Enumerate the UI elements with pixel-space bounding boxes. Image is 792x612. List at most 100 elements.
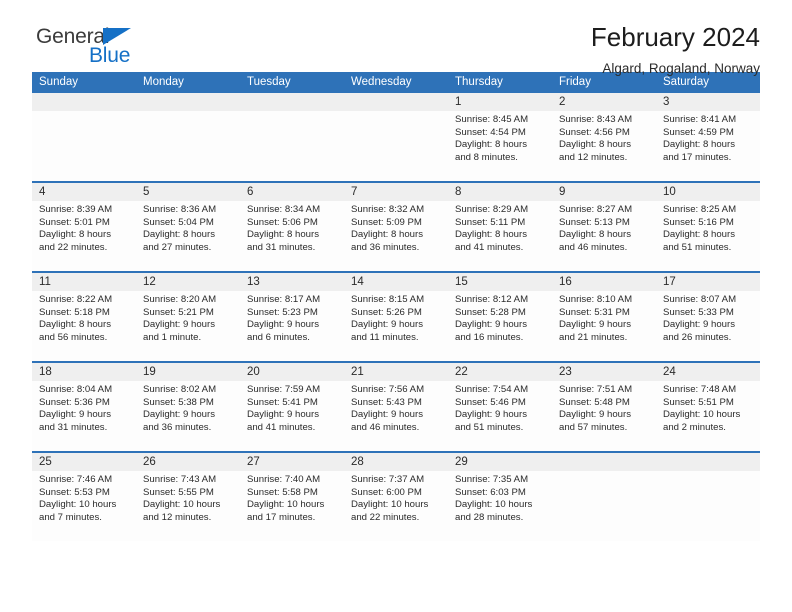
daylight-text-cont: and 57 minutes. <box>559 421 628 433</box>
daylight-text: Daylight: 9 hours <box>247 409 319 421</box>
day-number-8[interactable]: 8 <box>448 183 552 201</box>
day-number-7[interactable]: 7 <box>344 183 448 201</box>
day-detail-20[interactable]: Sunrise: 7:59 AM Sunset: 5:41 PM Daylight:… <box>240 381 344 451</box>
daylight-text: Daylight: 9 hours <box>455 319 527 331</box>
day-number-29[interactable]: 29 <box>448 453 552 471</box>
day-detail-11[interactable]: Sunrise: 8:22 AM Sunset: 5:18 PM Daylight:… <box>32 291 136 361</box>
day-number-2[interactable]: 2 <box>552 93 656 111</box>
daylight-text: Daylight: 9 hours <box>143 409 215 421</box>
sunrise-text: Sunrise: 8:17 AM <box>247 294 321 305</box>
day-detail-4[interactable]: Sunrise: 8:39 AM Sunset: 5:01 PM Daylight:… <box>32 201 136 271</box>
day-detail-7[interactable]: Sunrise: 8:32 AM Sunset: 5:09 PM Daylight:… <box>344 201 448 271</box>
sunset-text: Sunset: 5:33 PM <box>663 306 734 318</box>
day-detail-empty <box>136 111 240 181</box>
day-detail-19[interactable]: Sunrise: 8:02 AM Sunset: 5:38 PM Daylight:… <box>136 381 240 451</box>
day-detail-17[interactable]: Sunrise: 8:07 AM Sunset: 5:33 PM Daylight:… <box>656 291 760 361</box>
day-number-27[interactable]: 27 <box>240 453 344 471</box>
sunrise-text: Sunrise: 8:41 AM <box>663 114 737 125</box>
sunset-text: Sunset: 4:59 PM <box>663 126 734 138</box>
day-detail-row: Sunrise: 8:22 AM Sunset: 5:18 PM Daylight:… <box>32 291 760 361</box>
daylight-text-cont: and 2 minutes. <box>663 421 726 433</box>
day-number-12[interactable]: 12 <box>136 273 240 291</box>
daylight-text: Daylight: 8 hours <box>351 229 423 241</box>
day-number-18[interactable]: 18 <box>32 363 136 381</box>
day-detail-21[interactable]: Sunrise: 7:56 AM Sunset: 5:43 PM Daylight:… <box>344 381 448 451</box>
day-number-1[interactable]: 1 <box>448 93 552 111</box>
day-number-13[interactable]: 13 <box>240 273 344 291</box>
day-detail-13[interactable]: Sunrise: 8:17 AM Sunset: 5:23 PM Daylight:… <box>240 291 344 361</box>
day-detail-14[interactable]: Sunrise: 8:15 AM Sunset: 5:26 PM Daylight:… <box>344 291 448 361</box>
day-number-16[interactable]: 16 <box>552 273 656 291</box>
day-detail-26[interactable]: Sunrise: 7:43 AM Sunset: 5:55 PM Daylight:… <box>136 471 240 541</box>
day-detail-6[interactable]: Sunrise: 8:34 AM Sunset: 5:06 PM Daylight:… <box>240 201 344 271</box>
day-detail-9[interactable]: Sunrise: 8:27 AM Sunset: 5:13 PM Daylight:… <box>552 201 656 271</box>
day-number-25[interactable]: 25 <box>32 453 136 471</box>
day-number-empty <box>240 93 344 111</box>
day-number-28[interactable]: 28 <box>344 453 448 471</box>
day-number-empty <box>552 453 656 471</box>
day-detail-25[interactable]: Sunrise: 7:46 AM Sunset: 5:53 PM Daylight:… <box>32 471 136 541</box>
day-detail-24[interactable]: Sunrise: 7:48 AM Sunset: 5:51 PM Daylight:… <box>656 381 760 451</box>
day-detail-row: Sunrise: 8:04 AM Sunset: 5:36 PM Daylight:… <box>32 381 760 451</box>
day-number-3[interactable]: 3 <box>656 93 760 111</box>
day-detail-28[interactable]: Sunrise: 7:37 AM Sunset: 6:00 PM Daylight:… <box>344 471 448 541</box>
day-number-empty <box>656 453 760 471</box>
daylight-text-cont: and 22 minutes. <box>39 241 108 253</box>
day-detail-1[interactable]: Sunrise: 8:45 AM Sunset: 4:54 PM Daylight:… <box>448 111 552 181</box>
daylight-text-cont: and 12 minutes. <box>559 151 628 163</box>
day-number-9[interactable]: 9 <box>552 183 656 201</box>
sunset-text: Sunset: 4:56 PM <box>559 126 630 138</box>
logo[interactable]: General Blue <box>32 22 162 74</box>
day-detail-5[interactable]: Sunrise: 8:36 AM Sunset: 5:04 PM Daylight:… <box>136 201 240 271</box>
day-number-23[interactable]: 23 <box>552 363 656 381</box>
daylight-text-cont: and 31 minutes. <box>247 241 316 253</box>
day-number-row: 123 <box>32 93 760 111</box>
day-number-22[interactable]: 22 <box>448 363 552 381</box>
day-number-11[interactable]: 11 <box>32 273 136 291</box>
day-detail-2[interactable]: Sunrise: 8:43 AM Sunset: 4:56 PM Daylight:… <box>552 111 656 181</box>
page-title: February 2024 <box>590 22 760 52</box>
day-detail-empty <box>552 471 656 541</box>
day-detail-18[interactable]: Sunrise: 8:04 AM Sunset: 5:36 PM Daylight:… <box>32 381 136 451</box>
daylight-text: Daylight: 8 hours <box>143 229 215 241</box>
day-detail-15[interactable]: Sunrise: 8:12 AM Sunset: 5:28 PM Daylight:… <box>448 291 552 361</box>
day-number-15[interactable]: 15 <box>448 273 552 291</box>
sunrise-text: Sunrise: 8:45 AM <box>455 114 529 125</box>
day-detail-27[interactable]: Sunrise: 7:40 AM Sunset: 5:58 PM Daylight:… <box>240 471 344 541</box>
day-number-6[interactable]: 6 <box>240 183 344 201</box>
day-detail-23[interactable]: Sunrise: 7:51 AM Sunset: 5:48 PM Daylight:… <box>552 381 656 451</box>
day-number-20[interactable]: 20 <box>240 363 344 381</box>
day-detail-12[interactable]: Sunrise: 8:20 AM Sunset: 5:21 PM Daylight:… <box>136 291 240 361</box>
daylight-text: Daylight: 9 hours <box>39 409 111 421</box>
sunrise-text: Sunrise: 8:12 AM <box>455 294 529 305</box>
sunrise-text: Sunrise: 8:15 AM <box>351 294 425 305</box>
daylight-text-cont: and 26 minutes. <box>663 331 732 343</box>
daylight-text-cont: and 8 minutes. <box>455 151 518 163</box>
daylight-text-cont: and 51 minutes. <box>663 241 732 253</box>
day-detail-empty <box>656 471 760 541</box>
day-detail-row: Sunrise: 8:45 AM Sunset: 4:54 PM Daylight:… <box>32 111 760 181</box>
day-number-row: 18 19 20 21 22 23 24 <box>32 363 760 381</box>
day-detail-8[interactable]: Sunrise: 8:29 AM Sunset: 5:11 PM Daylight:… <box>448 201 552 271</box>
sunrise-text: Sunrise: 7:56 AM <box>351 384 425 395</box>
day-number-19[interactable]: 19 <box>136 363 240 381</box>
day-number-24[interactable]: 24 <box>656 363 760 381</box>
day-detail-3[interactable]: Sunrise: 8:41 AM Sunset: 4:59 PM Daylight:… <box>656 111 760 181</box>
day-number-10[interactable]: 10 <box>656 183 760 201</box>
day-detail-29[interactable]: Sunrise: 7:35 AM Sunset: 6:03 PM Daylight:… <box>448 471 552 541</box>
day-number-26[interactable]: 26 <box>136 453 240 471</box>
day-detail-22[interactable]: Sunrise: 7:54 AM Sunset: 5:46 PM Daylight:… <box>448 381 552 451</box>
day-number-5[interactable]: 5 <box>136 183 240 201</box>
day-number-4[interactable]: 4 <box>32 183 136 201</box>
day-number-17[interactable]: 17 <box>656 273 760 291</box>
sunrise-text: Sunrise: 8:02 AM <box>143 384 217 395</box>
day-number-21[interactable]: 21 <box>344 363 448 381</box>
daylight-text: Daylight: 9 hours <box>351 409 423 421</box>
day-detail-16[interactable]: Sunrise: 8:10 AM Sunset: 5:31 PM Daylight:… <box>552 291 656 361</box>
daylight-text: Daylight: 10 hours <box>663 409 741 421</box>
daylight-text-cont: and 27 minutes. <box>143 241 212 253</box>
day-number-14[interactable]: 14 <box>344 273 448 291</box>
sunrise-text: Sunrise: 7:48 AM <box>663 384 737 395</box>
day-detail-10[interactable]: Sunrise: 8:25 AM Sunset: 5:16 PM Daylight:… <box>656 201 760 271</box>
sunset-text: Sunset: 5:28 PM <box>455 306 526 318</box>
